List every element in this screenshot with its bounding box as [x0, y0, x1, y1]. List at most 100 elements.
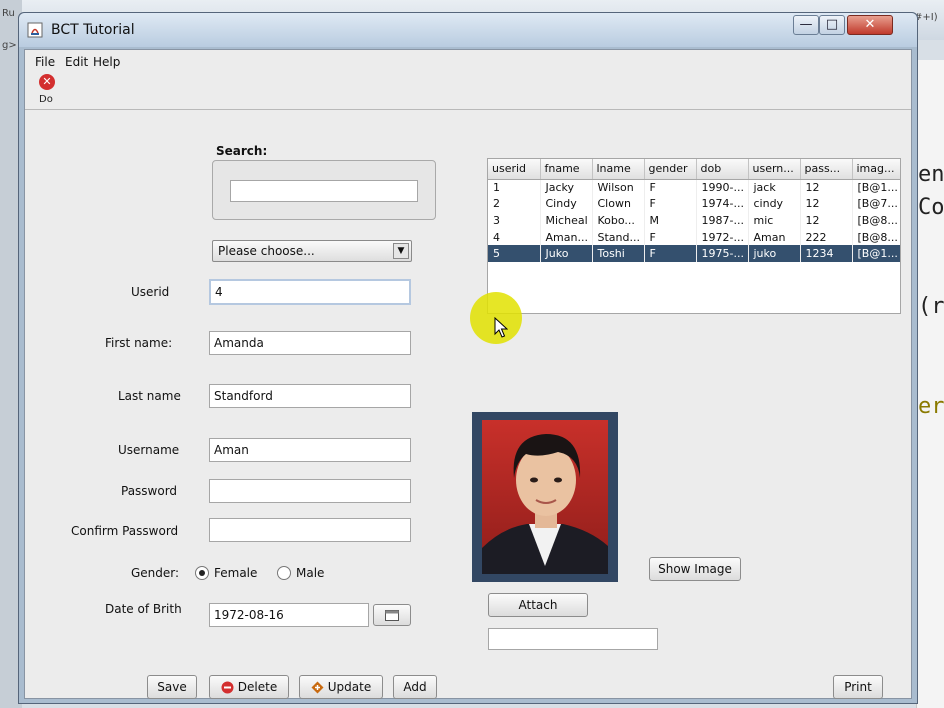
bg-code-line: eri	[918, 394, 944, 419]
content-pane: File Edit Help ✕ Do Search: Please choos…	[24, 49, 912, 699]
ide-editor-background	[916, 60, 944, 708]
table-cell: 222	[800, 228, 853, 246]
mouse-pointer-icon	[494, 317, 508, 338]
dob-field[interactable]: 1972-08-16	[209, 603, 369, 627]
table-cell: F	[644, 195, 697, 213]
column-header[interactable]: imag...	[852, 159, 900, 180]
update-icon	[311, 681, 324, 694]
table-cell: Toshi	[592, 245, 645, 262]
table-row[interactable]: 3 Micheal Kobo... M 1987-... mic 12 [B@8...	[488, 212, 900, 229]
show-image-button[interactable]: Show Image	[649, 557, 741, 581]
lastname-field[interactable]: Standford	[209, 384, 411, 408]
menu-edit[interactable]: Edit	[65, 55, 88, 69]
delete-button[interactable]: Delete	[209, 675, 289, 699]
users-table[interactable]: userid fname lname gender dob usern... pass...…	[487, 158, 901, 314]
column-header[interactable]: lname	[592, 159, 645, 180]
menu-file[interactable]: File	[35, 55, 55, 69]
maximize-button[interactable]: □	[819, 15, 845, 35]
firstname-label: First name:	[105, 336, 173, 350]
java-app-icon	[27, 22, 43, 38]
username-label: Username	[118, 443, 180, 457]
confirm-password-field[interactable]	[209, 518, 411, 542]
table-cell: Cindy	[540, 195, 593, 213]
window-title: BCT Tutorial	[51, 22, 135, 38]
password-field[interactable]	[209, 479, 411, 503]
attach-path-field[interactable]	[488, 628, 658, 650]
close-icon: ✕	[864, 17, 876, 32]
table-cell: Kobo...	[592, 212, 645, 229]
table-cell: mic	[748, 212, 801, 229]
table-cell: 12	[800, 212, 853, 229]
column-header[interactable]: userid	[488, 159, 541, 180]
column-header[interactable]: pass...	[800, 159, 853, 180]
calendar-icon	[385, 610, 399, 621]
minimize-button[interactable]: —	[793, 15, 819, 35]
table-cell: 1990-...	[696, 179, 749, 196]
chevron-down-icon[interactable]: ▼	[393, 243, 409, 259]
maximize-icon: □	[825, 17, 839, 32]
bg-code-line: Coo	[918, 195, 944, 220]
app-window: BCT Tutorial — □ ✕ File Edit Help ✕ Do S…	[18, 12, 918, 704]
male-radio[interactable]	[277, 566, 291, 580]
male-label[interactable]: Male	[296, 566, 324, 580]
toolbar: ✕ Do	[25, 72, 911, 110]
add-label: Add	[403, 680, 427, 694]
table-cell: 1974-...	[696, 195, 749, 213]
table-cell: Micheal	[540, 212, 593, 229]
table-cell: Aman...	[540, 228, 593, 246]
bg-fragment: g>	[2, 40, 17, 51]
title-bar[interactable]: BCT Tutorial — □ ✕	[19, 13, 917, 47]
print-label: Print	[844, 680, 872, 694]
minimize-icon: —	[799, 17, 813, 32]
exit-toolbar-button[interactable]: ✕ Do	[37, 74, 61, 108]
table-cell: [B@8...	[852, 228, 900, 246]
dropdown-value: Please choose...	[218, 244, 315, 258]
column-header[interactable]: dob	[696, 159, 749, 180]
table-cell: [B@7...	[852, 195, 900, 213]
gender-label: Gender:	[131, 566, 180, 580]
column-header[interactable]: usern...	[748, 159, 801, 180]
save-button[interactable]: Save	[147, 675, 197, 699]
confirm-password-label: Confirm Password	[71, 524, 179, 538]
menu-help[interactable]: Help	[93, 55, 120, 69]
table-row[interactable]: 2 Cindy Clown F 1974-... cindy 12 [B@7...	[488, 195, 900, 213]
table-cell: Jacky	[540, 179, 593, 196]
attach-button[interactable]: Attach	[488, 593, 588, 617]
table-cell: [B@8...	[852, 212, 900, 229]
table-cell: jack	[748, 179, 801, 196]
close-button[interactable]: ✕	[847, 15, 893, 35]
delete-icon	[221, 681, 234, 694]
table-cell: M	[644, 212, 697, 229]
userid-field[interactable]: 4	[209, 279, 411, 305]
female-label[interactable]: Female	[214, 566, 257, 580]
bg-fragment: Ru	[2, 8, 15, 19]
table-cell: 1972-...	[696, 228, 749, 246]
table-cell: 2	[488, 195, 541, 213]
column-header[interactable]: gender	[644, 159, 697, 180]
save-label: Save	[157, 680, 187, 694]
choose-dropdown[interactable]: Please choose... ▼	[212, 240, 412, 262]
table-cell: 1234	[800, 245, 853, 262]
update-button[interactable]: Update	[299, 675, 383, 699]
table-cell: F	[644, 245, 697, 262]
search-input[interactable]	[230, 180, 418, 202]
print-button[interactable]: Print	[833, 675, 883, 699]
table-cell: 12	[800, 195, 853, 213]
password-label: Password	[121, 484, 178, 498]
username-field[interactable]: Aman	[209, 438, 411, 462]
user-photo	[482, 420, 608, 574]
lastname-label: Last name	[118, 389, 181, 403]
female-radio[interactable]	[195, 566, 209, 580]
column-header[interactable]: fname	[540, 159, 593, 180]
table-row[interactable]: 5 Juko Toshi F 1975-... juko 1234 [B@1...	[488, 245, 900, 262]
table-cell: 1975-...	[696, 245, 749, 262]
update-label: Update	[327, 680, 372, 694]
firstname-field[interactable]: Amanda	[209, 331, 411, 355]
table-row[interactable]: 4 Aman... Stand... F 1972-... Aman 222 [B@8...	[488, 228, 900, 246]
calendar-button[interactable]	[373, 604, 411, 626]
table-cell: [B@1...	[852, 179, 900, 196]
add-button[interactable]: Add	[393, 675, 437, 699]
table-row[interactable]: 1 Jacky Wilson F 1990-... jack 12 [B@1...	[488, 179, 900, 196]
table-cell: F	[644, 228, 697, 246]
table-cell: juko	[748, 245, 801, 262]
